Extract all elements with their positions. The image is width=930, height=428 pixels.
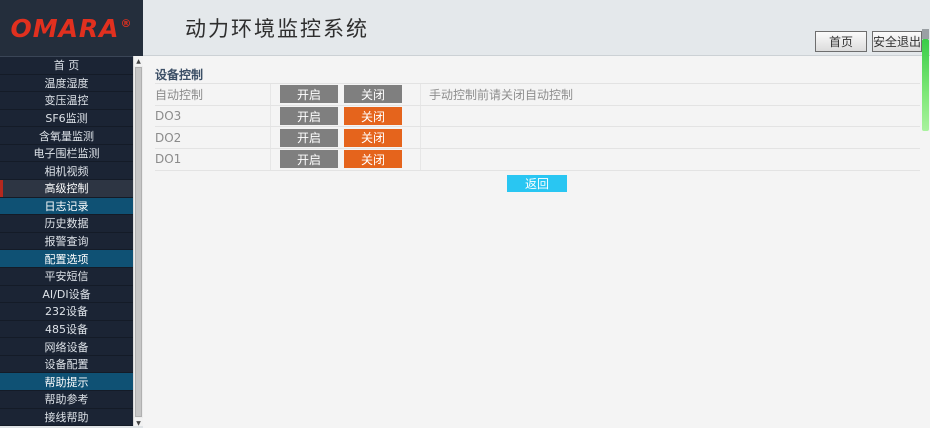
sidebar-item[interactable]: 485设备 <box>0 321 133 339</box>
row-label: 自动控制 <box>155 84 271 105</box>
page-title: 动力环境监控系统 <box>185 13 369 43</box>
sidebar-item-label: 变压温控 <box>45 92 89 108</box>
sidebar-item-label: 帮助参考 <box>45 391 89 407</box>
row-note <box>421 106 429 127</box>
off-button[interactable]: 关闭 <box>344 150 402 168</box>
brand-logo: OMARA® <box>0 0 143 56</box>
sidebar-item-label: 网络设备 <box>45 339 89 355</box>
sidebar-item-label: AI/DI设备 <box>42 286 90 302</box>
sidebar-item-label: 历史数据 <box>45 215 89 231</box>
sidebar-item[interactable]: 接线帮助 <box>0 409 133 427</box>
device-control-row: DO2 开启 关闭 <box>155 127 920 149</box>
sidebar-item-label: 高级控制 <box>45 180 89 196</box>
page-scrollbar-thumb[interactable] <box>922 39 929 131</box>
sidebar-item[interactable]: 232设备 <box>0 303 133 321</box>
section-title: 设备控制 <box>155 66 203 83</box>
row-note: 手动控制前请关闭自动控制 <box>421 84 573 105</box>
on-button[interactable]: 开启 <box>280 85 338 103</box>
row-label: DO3 <box>155 106 271 127</box>
sidebar-item-label: 485设备 <box>45 321 88 337</box>
row-label: DO2 <box>155 127 271 148</box>
row-buttons: 开启 关闭 <box>271 127 421 148</box>
sidebar-item[interactable]: 变压温控 <box>0 92 133 110</box>
sidebar-item[interactable]: SF6监测 <box>0 110 133 128</box>
sidebar-item-label: 报警查询 <box>45 233 89 249</box>
sidebar-item-label: 设备配置 <box>45 356 89 372</box>
sidebar-item-label: 首 页 <box>54 57 80 73</box>
sidebar-item-label: 配置选项 <box>45 251 89 267</box>
scroll-up-icon[interactable]: ▲ <box>134 56 143 66</box>
main-content: 设备控制 自动控制 开启 关闭 手动控制前请关闭自动控制 DO3 开启 关闭 <box>143 56 930 428</box>
sidebar-item-label: 平安短信 <box>45 268 89 284</box>
sidebar-item-label: 含氧量监测 <box>39 128 94 144</box>
on-button[interactable]: 开启 <box>280 129 338 147</box>
sidebar-item[interactable]: 含氧量监测 <box>0 127 133 145</box>
row-buttons: 开启 关闭 <box>271 149 421 170</box>
logout-button[interactable]: 安全退出 <box>872 31 922 52</box>
sidebar-item[interactable]: 高级控制 <box>0 180 133 198</box>
on-button[interactable]: 开启 <box>280 150 338 168</box>
page-scrollbar-cap[interactable] <box>922 29 929 39</box>
registered-trademark-icon: ® <box>121 17 133 30</box>
row-buttons: 开启 关闭 <box>271 84 421 105</box>
sidebar-scrollbar-thumb[interactable] <box>135 67 142 417</box>
sidebar-item[interactable]: 日志记录 <box>0 198 133 216</box>
brand-logo-text: OMARA® <box>10 16 132 41</box>
header: OMARA® 动力环境监控系统 首页 安全退出 <box>0 0 930 56</box>
sidebar-item[interactable]: 电子围栏监测 <box>0 145 133 163</box>
sidebar-item-label: 帮助提示 <box>45 374 89 390</box>
sidebar-item[interactable]: 首 页 <box>0 57 133 75</box>
sidebar-item[interactable]: AI/DI设备 <box>0 286 133 304</box>
sidebar-item-label: 232设备 <box>45 303 88 319</box>
device-control-row: DO3 开启 关闭 <box>155 106 920 128</box>
back-button[interactable]: 返回 <box>507 175 567 192</box>
device-control-row: DO1 开启 关闭 <box>155 149 920 171</box>
off-button[interactable]: 关闭 <box>344 85 402 103</box>
row-label: DO1 <box>155 149 271 170</box>
sidebar-nav: 首 页 温度湿度 变压温控 SF6监测 含氧量监测 电子围栏监测 相机视频 高级… <box>0 56 133 426</box>
sidebar-item-label: SF6监测 <box>45 110 87 126</box>
sidebar-item[interactable]: 帮助参考 <box>0 391 133 409</box>
sidebar-item-label: 相机视频 <box>45 163 89 179</box>
sidebar-item[interactable]: 设备配置 <box>0 356 133 374</box>
row-buttons: 开启 关闭 <box>271 106 421 127</box>
sidebar-item[interactable]: 配置选项 <box>0 250 133 268</box>
sidebar-item[interactable]: 帮助提示 <box>0 373 133 391</box>
sidebar-item[interactable]: 历史数据 <box>0 215 133 233</box>
row-note <box>421 127 429 148</box>
home-button[interactable]: 首页 <box>815 31 867 52</box>
sidebar-item[interactable]: 平安短信 <box>0 268 133 286</box>
device-control-table: 自动控制 开启 关闭 手动控制前请关闭自动控制 DO3 开启 关闭 DO2 <box>155 83 920 171</box>
device-control-row: 自动控制 开启 关闭 手动控制前请关闭自动控制 <box>155 84 920 106</box>
sidebar-item-label: 接线帮助 <box>45 409 89 425</box>
sidebar-item-label: 日志记录 <box>45 198 89 214</box>
row-note <box>421 149 429 170</box>
off-button[interactable]: 关闭 <box>344 107 402 125</box>
sidebar-item[interactable]: 报警查询 <box>0 233 133 251</box>
sidebar-item[interactable]: 相机视频 <box>0 162 133 180</box>
on-button[interactable]: 开启 <box>280 107 338 125</box>
sidebar-item[interactable]: 温度湿度 <box>0 75 133 93</box>
sidebar-item-label: 温度湿度 <box>45 75 89 91</box>
off-button[interactable]: 关闭 <box>344 129 402 147</box>
sidebar-item[interactable]: 网络设备 <box>0 338 133 356</box>
sidebar-item-label: 电子围栏监测 <box>34 145 100 161</box>
sidebar-scrollbar[interactable]: ▲ ▼ <box>133 56 143 428</box>
